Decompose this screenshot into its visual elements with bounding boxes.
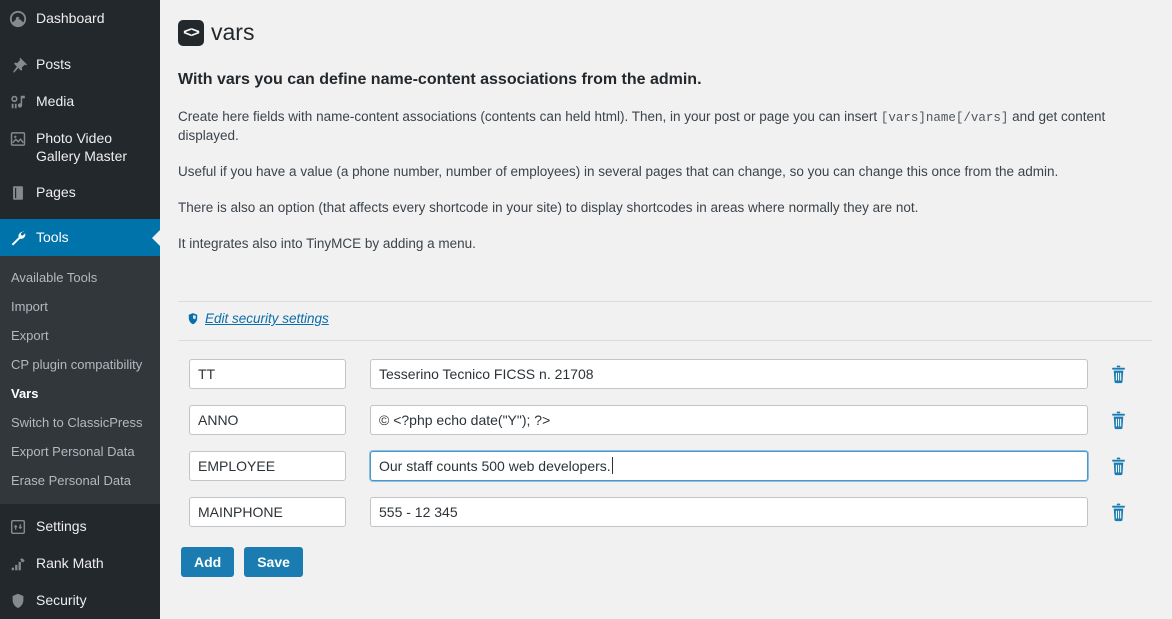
pin-icon xyxy=(0,55,36,74)
dashboard-icon xyxy=(0,9,36,28)
paragraph-4: It integrates also into TinyMCE by addin… xyxy=(178,236,476,251)
settings-icon xyxy=(0,517,36,536)
add-button[interactable]: Add xyxy=(181,547,235,577)
wrench-icon xyxy=(0,228,36,247)
sidebar-item-label: Rank Math xyxy=(36,555,104,571)
var-value-input[interactable]: Our staff counts 500 web developers. xyxy=(370,451,1088,481)
sidebar-item-label: Tools xyxy=(36,229,69,245)
var-value-input[interactable] xyxy=(370,359,1088,389)
sidebar-item-tools[interactable]: Tools xyxy=(0,219,160,256)
main-content: <> vars With vars you can define name-co… xyxy=(160,0,1172,619)
sidebar-item-label: Media xyxy=(36,93,75,109)
var-name-input[interactable] xyxy=(189,451,346,481)
sidebar-item-label: Photo Video Gallery Master xyxy=(36,130,128,164)
delete-row-button[interactable] xyxy=(1088,365,1148,384)
submenu-item-vars[interactable]: Vars xyxy=(0,379,160,408)
edit-security-settings-link[interactable]: Edit security settings xyxy=(186,311,329,327)
table-row xyxy=(178,497,1152,527)
vars-rows: Our staff counts 500 web developers. xyxy=(178,359,1152,527)
var-value-input[interactable] xyxy=(370,497,1088,527)
sidebar-item-label: Pages xyxy=(36,184,76,200)
rankmath-icon xyxy=(0,554,36,573)
paragraph-1: Create here fields with name-content ass… xyxy=(178,108,1152,145)
var-name-input[interactable] xyxy=(189,497,346,527)
gallery-icon xyxy=(0,129,36,148)
shortcode-example: [vars]name[/vars] xyxy=(880,111,1009,125)
submenu-item-available-tools[interactable]: Available Tools xyxy=(0,263,160,292)
delete-row-button[interactable] xyxy=(1088,457,1148,476)
sidebar-item-label: Security xyxy=(36,592,87,608)
admin-screen: Dashboard Posts Media Photo Video Galler… xyxy=(0,0,1172,619)
table-row: Our staff counts 500 web developers. xyxy=(178,451,1152,481)
submenu-item-cp-plugin-compatibility[interactable]: CP plugin compatibility xyxy=(0,350,160,379)
tools-submenu: Available Tools Import Export CP plugin … xyxy=(0,256,160,504)
sidebar-item-rank-math[interactable]: Rank Math xyxy=(0,545,160,582)
submenu-item-import[interactable]: Import xyxy=(0,292,160,321)
paragraph-1-before: Create here fields with name-content ass… xyxy=(178,109,881,124)
page-lead: With vars you can define name-content as… xyxy=(178,71,702,88)
table-row xyxy=(178,359,1152,389)
sidebar-item-pages[interactable]: Pages xyxy=(0,174,160,211)
sidebar-item-settings[interactable]: Settings xyxy=(0,508,160,545)
var-name-input[interactable] xyxy=(189,405,346,435)
shield-icon xyxy=(0,591,36,610)
page-title-text: vars xyxy=(211,19,255,45)
sidebar-item-label: Settings xyxy=(36,518,87,534)
code-brackets-icon: <> xyxy=(178,19,204,46)
delete-row-button[interactable] xyxy=(1088,503,1148,522)
submenu-item-export-personal-data[interactable]: Export Personal Data xyxy=(0,437,160,466)
media-icon xyxy=(0,92,36,111)
sidebar-item-posts[interactable]: Posts xyxy=(0,46,160,83)
save-button[interactable]: Save xyxy=(244,547,303,577)
submenu-item-export[interactable]: Export xyxy=(0,321,160,350)
var-value-input[interactable] xyxy=(370,405,1088,435)
shield-icon xyxy=(186,312,200,326)
divider-bottom xyxy=(178,340,1152,341)
submenu-item-switch-to-classicpress[interactable]: Switch to ClassicPress xyxy=(0,408,160,437)
sidebar-item-photo-video-gallery-master[interactable]: Photo Video Gallery Master xyxy=(0,120,160,174)
sidebar-item-label: Posts xyxy=(36,56,72,72)
var-name-input[interactable] xyxy=(189,359,346,389)
page-title: <> vars xyxy=(178,18,1152,47)
paragraph-2: Useful if you have a value (a phone numb… xyxy=(178,164,1059,179)
table-row xyxy=(178,405,1152,435)
text-caret xyxy=(611,456,613,474)
var-value-text: Our staff counts 500 web developers. xyxy=(379,458,611,474)
submenu-item-erase-personal-data[interactable]: Erase Personal Data xyxy=(0,466,160,495)
edit-security-settings-label: Edit security settings xyxy=(205,311,329,326)
sidebar-item-dashboard[interactable]: Dashboard xyxy=(0,0,160,37)
sidebar-item-media[interactable]: Media xyxy=(0,83,160,120)
sidebar-item-security[interactable]: Security xyxy=(0,582,160,619)
security-link-row: Edit security settings xyxy=(178,302,1152,340)
admin-sidebar: Dashboard Posts Media Photo Video Galler… xyxy=(0,0,160,619)
paragraph-3: There is also an option (that affects ev… xyxy=(178,200,919,215)
sidebar-item-label: Dashboard xyxy=(36,10,105,26)
pages-icon xyxy=(0,183,36,202)
ghost-text-row xyxy=(178,273,1152,295)
delete-row-button[interactable] xyxy=(1088,411,1148,430)
form-actions: Add Save xyxy=(178,547,1152,577)
